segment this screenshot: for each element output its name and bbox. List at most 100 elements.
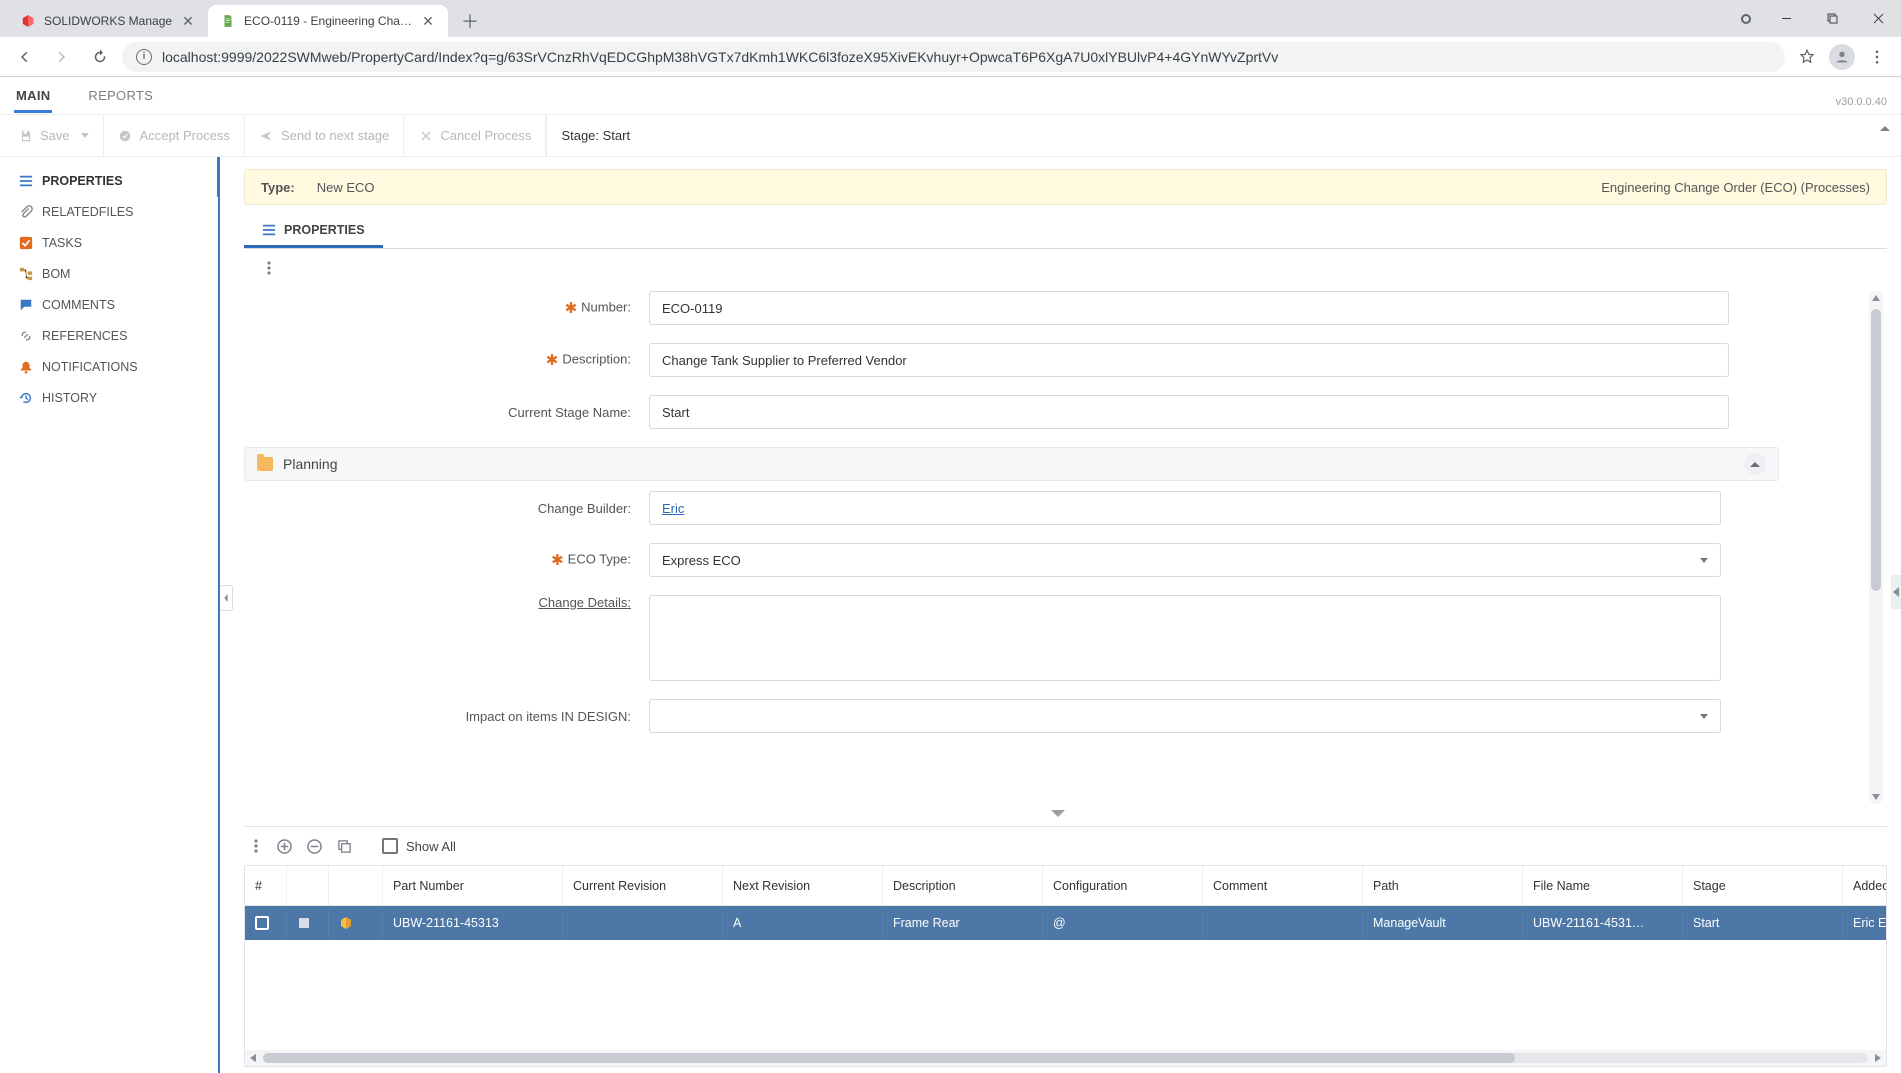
- row-type-cell: [329, 906, 383, 940]
- main-panel: Type: New ECO Engineering Change Order (…: [220, 157, 1901, 1073]
- folder-icon: [257, 457, 273, 471]
- sidebar-item-notifications[interactable]: NOTIFICATIONS: [0, 351, 218, 382]
- table-row[interactable]: UBW-21161-45313 A Frame Rear @ ManageVau…: [245, 906, 1886, 940]
- change-details-label[interactable]: Change Details:: [244, 595, 649, 610]
- col-type[interactable]: [329, 866, 383, 905]
- maximize-button[interactable]: [1809, 0, 1855, 37]
- eco-type-select[interactable]: Express ECO: [649, 543, 1721, 577]
- new-tab-button[interactable]: ＋: [456, 7, 484, 35]
- bookmark-button[interactable]: [1791, 41, 1823, 73]
- scroll-up-icon[interactable]: [1869, 291, 1883, 305]
- tab-reports[interactable]: REPORTS: [86, 78, 155, 113]
- collapse-group-button[interactable]: [1744, 453, 1766, 475]
- cell-stage: Start: [1683, 906, 1843, 940]
- sidebar-item-relatedfiles[interactable]: RELATEDFILES: [0, 196, 218, 227]
- sidebar-item-properties[interactable]: PROPERTIES: [0, 165, 218, 196]
- forward-button[interactable]: [46, 41, 78, 73]
- group-planning-header[interactable]: Planning: [244, 447, 1779, 481]
- scroll-right-icon[interactable]: [1870, 1050, 1886, 1066]
- chevron-down-icon[interactable]: [1050, 806, 1066, 824]
- reload-button[interactable]: [84, 41, 116, 73]
- number-label: ✱Number:: [244, 299, 649, 317]
- inner-tab-properties[interactable]: PROPERTIES: [244, 215, 383, 248]
- col-comment[interactable]: Comment: [1203, 866, 1363, 905]
- checkbox-icon: [255, 916, 269, 930]
- change-details-field[interactable]: [649, 595, 1721, 681]
- menu-button[interactable]: [1861, 41, 1893, 73]
- show-all-checkbox[interactable]: Show All: [382, 838, 456, 854]
- sidebar-item-history[interactable]: HISTORY: [0, 382, 218, 413]
- collapse-sidebar-handle[interactable]: [220, 585, 233, 611]
- cell-next-rev: A: [723, 906, 883, 940]
- col-added-by[interactable]: Added By: [1843, 866, 1887, 905]
- send-label: Send to next stage: [281, 128, 389, 143]
- sidebar-item-references[interactable]: REFERENCES: [0, 320, 218, 351]
- col-stage[interactable]: Stage: [1683, 866, 1843, 905]
- chevron-down-icon: [1700, 558, 1708, 563]
- grid-menu-button[interactable]: [248, 839, 264, 853]
- right-panel-handle[interactable]: [1891, 575, 1901, 609]
- cancel-process-button[interactable]: Cancel Process: [404, 115, 546, 156]
- current-stage-field[interactable]: Start: [649, 395, 1729, 429]
- url-omnibox[interactable]: i localhost:9999/2022SWMweb/PropertyCard…: [122, 42, 1785, 72]
- status-icon: [297, 916, 311, 930]
- number-field[interactable]: ECO-0119: [649, 291, 1729, 325]
- sidebar-item-bom[interactable]: BOM: [0, 258, 218, 289]
- description-label: ✱Description:: [244, 351, 649, 369]
- sidebar-item-label: REFERENCES: [42, 329, 127, 343]
- grid-horizontal-scrollbar[interactable]: [245, 1050, 1886, 1066]
- collapse-toolbar-button[interactable]: [1879, 119, 1891, 137]
- impact-select[interactable]: [649, 699, 1721, 733]
- sidebar-item-comments[interactable]: COMMENTS: [0, 289, 218, 320]
- col-part-number[interactable]: Part Number: [383, 866, 563, 905]
- form-menu-button[interactable]: [260, 259, 278, 277]
- col-path[interactable]: Path: [1363, 866, 1523, 905]
- recording-indicator[interactable]: [1729, 0, 1763, 37]
- back-button[interactable]: [8, 41, 40, 73]
- profile-avatar[interactable]: [1829, 44, 1855, 70]
- remove-item-button[interactable]: [304, 836, 324, 856]
- copy-item-button[interactable]: [334, 836, 354, 856]
- accept-process-button[interactable]: Accept Process: [104, 115, 245, 156]
- col-current-rev[interactable]: Current Revision: [563, 866, 723, 905]
- add-item-button[interactable]: [274, 836, 294, 856]
- browser-tab-eco[interactable]: ECO-0119 - Engineering Change ✕: [208, 5, 448, 37]
- col-next-rev[interactable]: Next Revision: [723, 866, 883, 905]
- description-field[interactable]: Change Tank Supplier to Preferred Vendor: [649, 343, 1729, 377]
- scroll-down-icon[interactable]: [1869, 790, 1883, 804]
- minimize-button[interactable]: [1763, 0, 1809, 37]
- close-button[interactable]: [1855, 0, 1901, 37]
- sidebar-item-label: BOM: [42, 267, 70, 281]
- tab-main[interactable]: MAIN: [14, 78, 52, 113]
- browser-tab-solidworks-manage[interactable]: SOLIDWORKS Manage ✕: [8, 5, 208, 37]
- close-icon[interactable]: ✕: [420, 13, 436, 29]
- scroll-thumb[interactable]: [1871, 309, 1881, 591]
- col-description[interactable]: Description: [883, 866, 1043, 905]
- sidebar-item-tasks[interactable]: TASKS: [0, 227, 218, 258]
- col-config[interactable]: Configuration: [1043, 866, 1203, 905]
- chat-icon: [18, 297, 33, 312]
- scroll-thumb[interactable]: [263, 1053, 1515, 1063]
- chevron-down-icon: [1700, 714, 1708, 719]
- site-info-icon[interactable]: i: [136, 49, 152, 65]
- type-label: Type:: [261, 180, 295, 195]
- cell-added-by: Eric ENGINEER: [1843, 906, 1887, 940]
- change-builder-field[interactable]: Eric: [649, 491, 1721, 525]
- col-check[interactable]: [287, 866, 329, 905]
- scroll-track[interactable]: [263, 1053, 1868, 1063]
- app-version: v30.0.0.40: [1836, 96, 1887, 114]
- row-checkbox-cell[interactable]: [245, 906, 287, 940]
- change-builder-link[interactable]: Eric: [662, 501, 684, 516]
- col-file-name[interactable]: File Name: [1523, 866, 1683, 905]
- link-icon: [18, 328, 33, 343]
- close-icon[interactable]: ✕: [180, 13, 196, 29]
- list-icon: [262, 223, 276, 237]
- col-hash[interactable]: #: [245, 866, 287, 905]
- form-scrollbar[interactable]: [1869, 291, 1883, 804]
- save-button[interactable]: Save: [4, 115, 104, 156]
- send-next-stage-button[interactable]: Send to next stage: [245, 115, 404, 156]
- chevron-down-icon: [81, 133, 89, 138]
- check-icon: [18, 235, 33, 250]
- scroll-left-icon[interactable]: [245, 1050, 261, 1066]
- accept-label: Accept Process: [140, 128, 230, 143]
